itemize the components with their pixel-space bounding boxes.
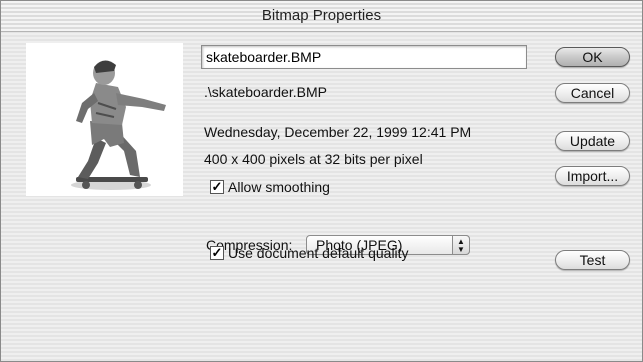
bitmap-dimensions: 400 x 400 pixels at 32 bits per pixel (204, 151, 423, 167)
skateboarder-illustration (71, 60, 166, 190)
update-button[interactable]: Update (555, 131, 630, 151)
import-button[interactable]: Import... (555, 166, 630, 186)
cancel-button[interactable]: Cancel (555, 83, 630, 103)
bitmap-properties-dialog: Bitmap Properties skateboarder.BMP .\ska… (0, 0, 643, 362)
bitmap-path: .\skateboarder.BMP (204, 84, 327, 100)
allow-smoothing-checkbox[interactable]: ✓ Allow smoothing (210, 179, 330, 195)
default-quality-row[interactable]: ✓ Use document default quality (210, 245, 409, 261)
ok-button[interactable]: OK (555, 47, 630, 67)
window-title: Bitmap Properties (1, 1, 642, 32)
bitmap-date: Wednesday, December 22, 1999 12:41 PM (204, 124, 472, 140)
test-button[interactable]: Test (555, 250, 630, 270)
default-quality-label: Use document default quality (228, 245, 409, 261)
bitmap-preview-image (26, 43, 183, 196)
allow-smoothing-label: Allow smoothing (228, 179, 330, 195)
checkmark-icon: ✓ (210, 245, 224, 260)
checkmark-icon: ✓ (210, 179, 224, 194)
updown-arrows-icon: ▲ ▼ (452, 235, 470, 255)
bitmap-name-field[interactable]: skateboarder.BMP (201, 45, 527, 69)
